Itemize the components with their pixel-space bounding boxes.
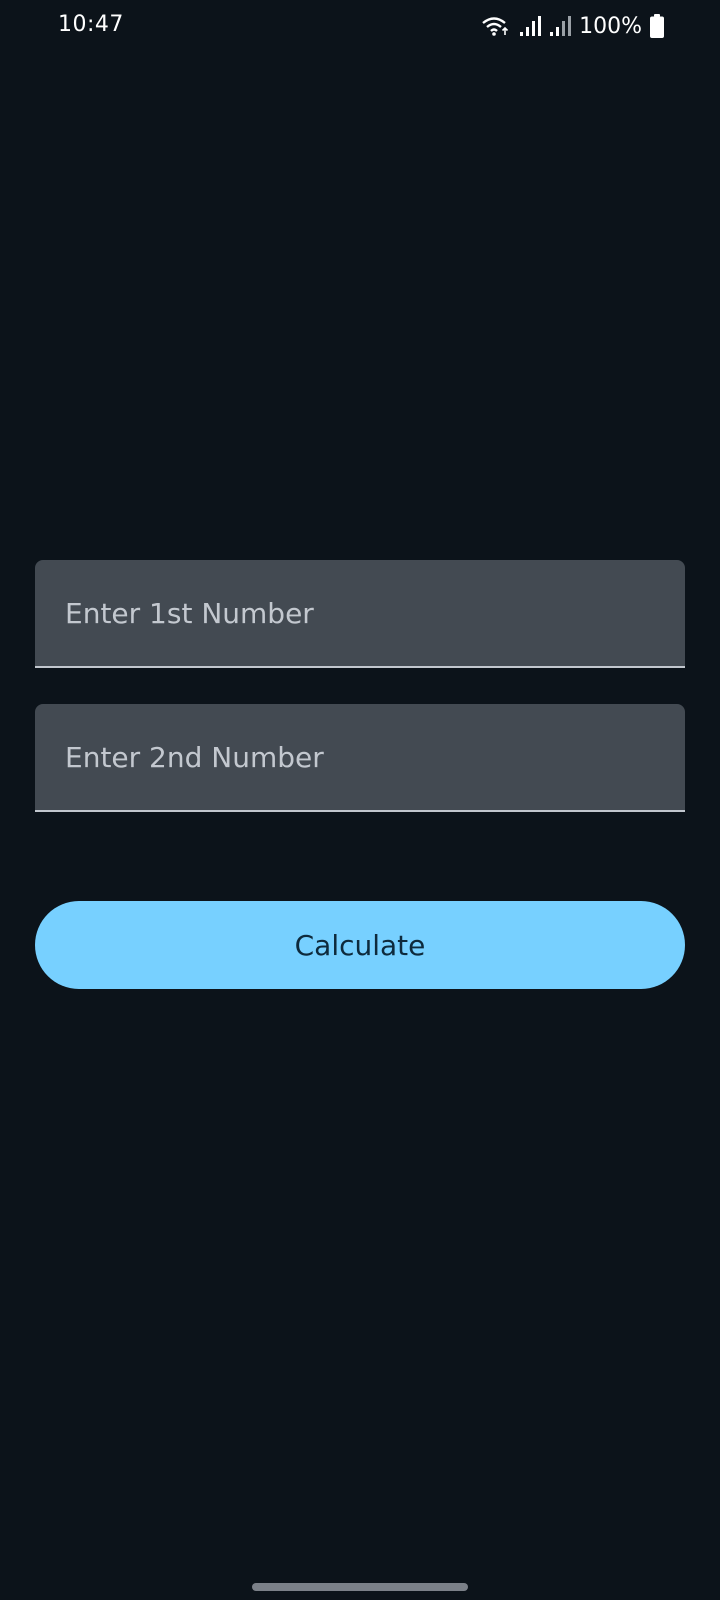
first-number-input[interactable]: [65, 560, 655, 666]
signal-icon: [519, 15, 542, 37]
battery-icon: [650, 14, 664, 38]
second-number-input[interactable]: [65, 704, 655, 810]
home-gesture-handle[interactable]: [252, 1583, 468, 1591]
battery-percentage: 100%: [579, 13, 642, 39]
app-screen: 10:47 100% Enter 1st Number Enter 2nd Nu…: [0, 0, 720, 1600]
calculate-button[interactable]: Calculate: [35, 901, 685, 989]
status-bar: 10:47 100%: [0, 0, 720, 52]
status-icons: 100%: [481, 12, 664, 40]
signal-icon: [549, 15, 572, 37]
first-number-field[interactable]: [35, 560, 685, 668]
second-number-field[interactable]: [35, 704, 685, 812]
wifi-icon: [481, 15, 511, 37]
status-time: 10:47: [58, 12, 124, 37]
